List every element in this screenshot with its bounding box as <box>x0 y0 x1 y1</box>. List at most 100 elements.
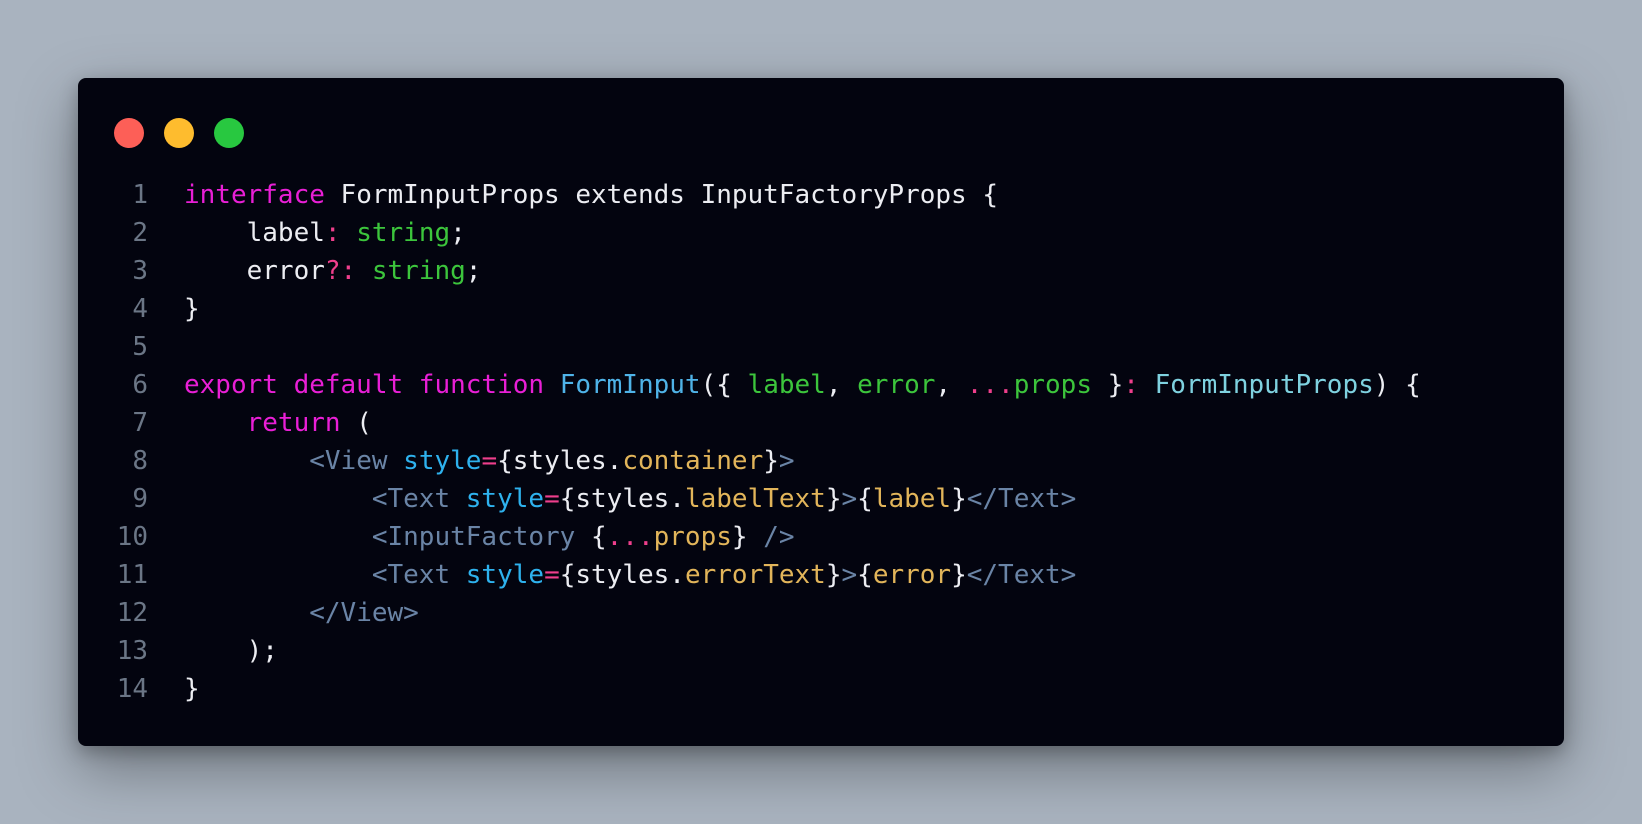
code-line: 13 ); <box>78 632 1564 670</box>
code-text: error?: string; <box>148 252 482 290</box>
code-token: return <box>246 408 341 438</box>
code-text: export default function FormInput({ labe… <box>148 366 1421 404</box>
code-line: 9 <Text style={styles.labelText}>{label}… <box>78 480 1564 518</box>
code-token: ... <box>966 370 1014 400</box>
code-token: ... <box>606 522 654 552</box>
code-token: } <box>825 484 842 514</box>
code-line: 6 export default function FormInput({ lab… <box>78 366 1564 404</box>
line-number: 6 <box>132 370 148 400</box>
code-token: } <box>731 522 748 552</box>
line-number: 2 <box>132 218 148 248</box>
code-token: } <box>184 294 200 324</box>
code-text: <Text style={styles.labelText}>{label}</… <box>148 480 1076 518</box>
code-token: : <box>1123 370 1139 400</box>
code-token: <View <box>309 446 388 476</box>
code-token: props <box>653 522 732 552</box>
code-token: style <box>465 560 545 590</box>
code-token: style <box>465 484 545 514</box>
code-token: FormInputProps <box>1154 370 1374 400</box>
line-number: 1 <box>132 180 148 210</box>
code-token: } <box>951 560 967 590</box>
code-token: labelText <box>684 484 826 514</box>
code-text: </View> <box>148 594 419 632</box>
code-token: ({ <box>700 370 748 400</box>
code-token: = <box>544 484 560 514</box>
line-number: 3 <box>132 256 148 286</box>
code-line: 1 interface FormInputProps extends InputF… <box>78 176 1564 214</box>
code-token: ); <box>184 636 278 666</box>
code-token: string <box>340 218 451 248</box>
code-token: , <box>825 370 858 400</box>
code-token: container <box>622 446 764 476</box>
line-number: 13 <box>116 636 148 666</box>
code-token: string <box>356 256 466 286</box>
code-window: 1 interface FormInputProps extends InputF… <box>78 78 1564 746</box>
code-text: <View style={styles.container}> <box>148 442 794 480</box>
code-token: , <box>935 370 967 400</box>
line-number: 9 <box>132 484 148 514</box>
code-line: 11 <Text style={styles.errorText}>{error… <box>78 556 1564 594</box>
code-token: : <box>324 218 341 248</box>
code-token: {styles. <box>559 560 685 590</box>
code-text: <InputFactory {...props} /> <box>148 518 795 556</box>
code-line: 8 <View style={styles.container}> <box>78 442 1564 480</box>
code-token: error <box>872 560 952 590</box>
line-number: 12 <box>116 598 148 628</box>
code-token: } <box>951 484 967 514</box>
code-token: ?: <box>324 256 357 286</box>
code-token: ) { <box>1373 370 1421 400</box>
code-token: FormInputProps extends InputFactoryProps… <box>324 180 998 210</box>
code-line: 7 return ( <box>78 404 1564 442</box>
line-number: 5 <box>132 332 148 362</box>
code-token: {styles. <box>559 484 685 514</box>
code-token: error <box>184 256 325 286</box>
code-token: { <box>575 522 607 552</box>
line-number: 8 <box>132 446 148 476</box>
code-token: <Text <box>371 484 451 514</box>
code-token: } <box>1091 370 1124 400</box>
code-token: { <box>857 484 873 514</box>
line-number: 7 <box>132 408 148 438</box>
code-line: 12 </View> <box>78 594 1564 632</box>
code-token: </Text> <box>966 560 1077 590</box>
code-text: } <box>148 670 200 708</box>
code-block: 1 interface FormInputProps extends InputF… <box>78 176 1564 708</box>
code-line: 3 error?: string; <box>78 252 1564 290</box>
code-token: /> <box>747 522 795 552</box>
code-token: > <box>841 484 858 514</box>
code-token: error <box>857 370 936 400</box>
code-token: label <box>747 370 826 400</box>
window-controls <box>114 118 244 148</box>
code-line: 14} <box>78 670 1564 708</box>
code-token: = <box>481 446 498 476</box>
code-token: ( <box>340 408 372 438</box>
code-token: {styles. <box>497 446 623 476</box>
code-text: } <box>148 290 200 328</box>
code-token: ; <box>465 256 482 286</box>
code-token: props <box>1013 370 1092 400</box>
code-text: label: string; <box>148 214 466 252</box>
minimize-button[interactable] <box>164 118 194 148</box>
maximize-button[interactable] <box>214 118 244 148</box>
code-line: 2 label: string; <box>78 214 1564 252</box>
close-button[interactable] <box>114 118 144 148</box>
code-token: </Text> <box>966 484 1077 514</box>
code-token: <Text <box>371 560 451 590</box>
code-line: 4} <box>78 290 1564 328</box>
code-token: label <box>184 218 325 248</box>
code-token: errorText <box>684 560 826 590</box>
code-line: 10 <InputFactory {...props} /> <box>78 518 1564 556</box>
code-text: <Text style={styles.errorText}>{error}</… <box>148 556 1076 594</box>
code-token: } <box>825 560 842 590</box>
